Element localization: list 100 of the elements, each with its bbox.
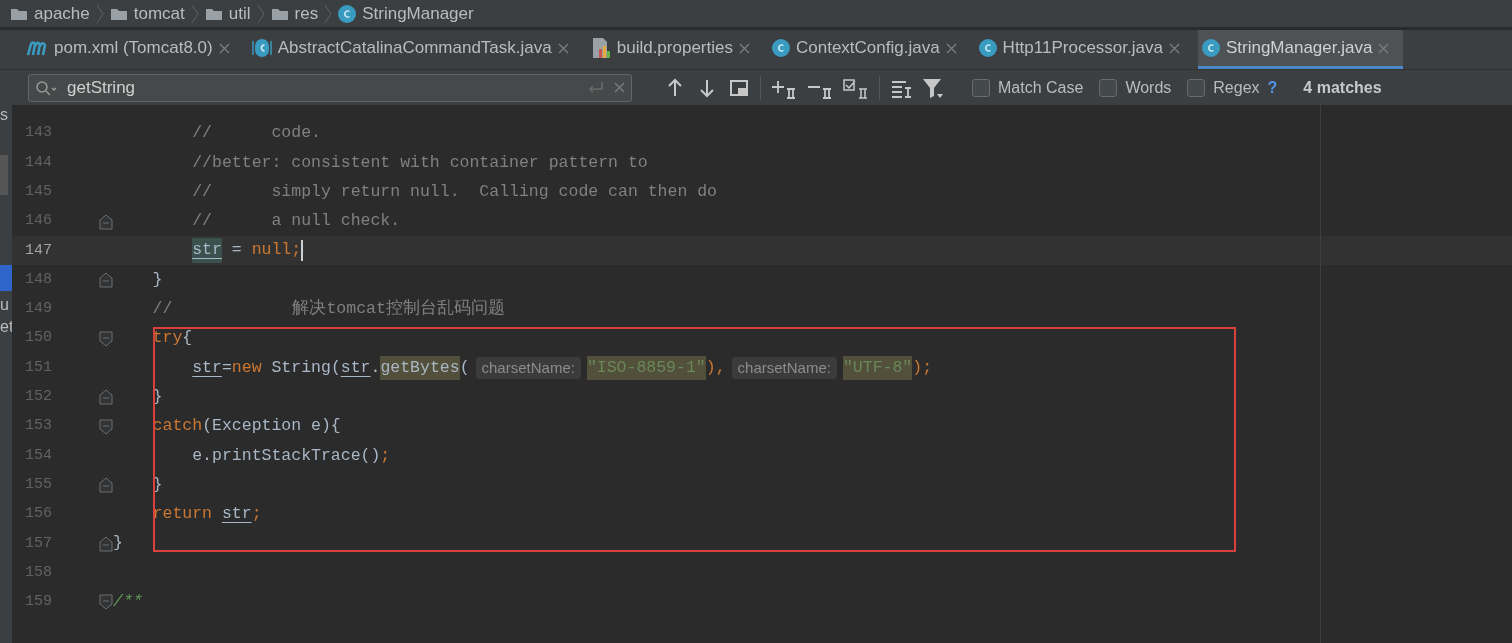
select-all-icon[interactable] — [843, 76, 869, 99]
code-token: ( — [459, 356, 470, 379]
line-number: 146 — [24, 211, 52, 232]
line-number: 148 — [24, 269, 52, 290]
checkbox[interactable] — [1187, 78, 1206, 97]
side-panel-selection — [0, 265, 12, 291]
editor-tab[interactable]: pom.xml (Tomcat8.0) — [22, 30, 244, 69]
code-comment: // — [152, 298, 173, 321]
close-icon[interactable] — [1378, 42, 1390, 54]
tab-label: AbstractCatalinaCommandTask.java — [277, 37, 552, 60]
checkbox[interactable] — [972, 78, 990, 97]
editor-tab[interactable]: Http11Processor.java — [974, 30, 1194, 69]
code-token: return — [152, 503, 214, 526]
code-token: str — [221, 503, 252, 526]
folder-icon — [10, 6, 28, 21]
fold-marker-icon[interactable] — [99, 213, 113, 230]
breadcrumb-item[interactable]: tomcat — [133, 0, 185, 27]
text-cursor — [301, 240, 304, 262]
search-option-checkbox[interactable]: Regex — [1187, 75, 1260, 100]
breadcrumb-item[interactable]: StringManager — [362, 0, 474, 27]
tab-label: Http11Processor.java — [1002, 37, 1163, 60]
line-number: 144 — [24, 152, 52, 173]
line-number: 149 — [24, 299, 52, 320]
fold-marker-icon[interactable] — [99, 389, 113, 406]
line-number: 150 — [24, 328, 52, 349]
code-token: { — [182, 327, 193, 350]
close-icon[interactable] — [218, 42, 230, 54]
breadcrumb-item[interactable]: apache — [34, 0, 90, 27]
code-comment: // a null check. — [192, 210, 401, 233]
close-icon[interactable] — [945, 42, 957, 54]
line-number: 157 — [24, 533, 52, 554]
fold-marker-icon[interactable] — [99, 418, 113, 435]
class-icon — [978, 39, 997, 57]
tab-label: pom.xml (Tomcat8.0) — [54, 37, 213, 60]
code-token: String( — [271, 356, 341, 379]
code-token: str — [192, 238, 222, 264]
fold-marker-icon[interactable] — [99, 477, 113, 494]
line-number: 147 — [24, 240, 52, 261]
line-number: 158 — [24, 562, 52, 583]
abstract-class-icon — [251, 37, 272, 59]
close-icon[interactable] — [614, 82, 625, 93]
code-token: (Exception e){ — [202, 415, 341, 438]
code-token: ), — [705, 356, 726, 379]
code-comment: /** — [113, 591, 143, 613]
line-number: 154 — [24, 445, 52, 466]
code-token: null; — [251, 239, 302, 262]
help-link[interactable]: ? — [1267, 75, 1278, 100]
editor-tab[interactable]: ContextConfig.java — [767, 30, 971, 69]
editor-tab[interactable]: AbstractCatalinaCommandTask.java — [247, 30, 583, 69]
breadcrumb-item[interactable]: res — [294, 0, 319, 27]
fold-marker-icon[interactable] — [99, 535, 113, 552]
code-token: str — [340, 356, 371, 379]
code-token: = — [231, 239, 243, 262]
code-token: ; — [380, 444, 391, 467]
filter-icon[interactable] — [922, 76, 944, 99]
parameter-hint: charsetName: — [475, 356, 581, 380]
code-token: } — [152, 268, 163, 291]
chevron-icon — [95, 3, 104, 24]
code-token: catch — [152, 415, 203, 438]
editor-tab[interactable]: StringManager.java — [1197, 30, 1404, 69]
search-option-checkbox[interactable]: Match Case — [972, 75, 1084, 100]
search-field[interactable]: getString — [28, 73, 632, 102]
close-icon[interactable] — [1168, 42, 1180, 54]
code-token: ); — [912, 356, 933, 379]
fold-marker-icon[interactable] — [99, 594, 113, 611]
side-panel-text: s — [0, 105, 9, 125]
class-icon — [338, 4, 357, 23]
properties-file-icon — [590, 37, 611, 59]
match-count: 4 matches — [1303, 77, 1382, 98]
folder-icon — [204, 6, 223, 21]
code-token: try — [152, 327, 183, 350]
editor-tab[interactable]: build.properties — [586, 30, 764, 69]
line-number: 159 — [24, 592, 52, 613]
code-comment: 解决tomcat控制台乱码问题 — [292, 298, 505, 321]
tab-label: ContextConfig.java — [795, 37, 940, 60]
line-number: 156 — [24, 504, 52, 525]
side-panel-text: u — [0, 295, 10, 315]
chevron-icon — [324, 3, 333, 24]
line-number: 152 — [24, 387, 52, 408]
code-token: e.printStackTrace() — [192, 444, 381, 467]
code-comment: //better: consistent with container pattern to — [192, 151, 648, 174]
code-token: } — [113, 532, 123, 555]
search-icon — [35, 78, 59, 97]
class-icon — [1201, 39, 1220, 57]
close-icon[interactable] — [738, 42, 750, 54]
code-token: ; — [251, 503, 262, 526]
close-icon[interactable] — [557, 42, 569, 54]
search-option-checkbox[interactable]: Words — [1099, 75, 1172, 100]
maven-m-icon — [26, 40, 48, 56]
fold-marker-icon[interactable] — [99, 330, 113, 347]
folder-icon — [109, 6, 128, 21]
fold-marker-icon[interactable] — [99, 272, 113, 289]
code-token: new — [231, 356, 262, 379]
breadcrumb-item[interactable]: util — [228, 0, 251, 27]
line-number: 153 — [24, 416, 52, 437]
line-number: 151 — [24, 357, 52, 378]
checkbox[interactable] — [1099, 78, 1118, 97]
side-panel-scroll-thumb[interactable] — [0, 155, 8, 195]
code-token: = — [221, 356, 232, 379]
line-number: 145 — [24, 182, 52, 202]
